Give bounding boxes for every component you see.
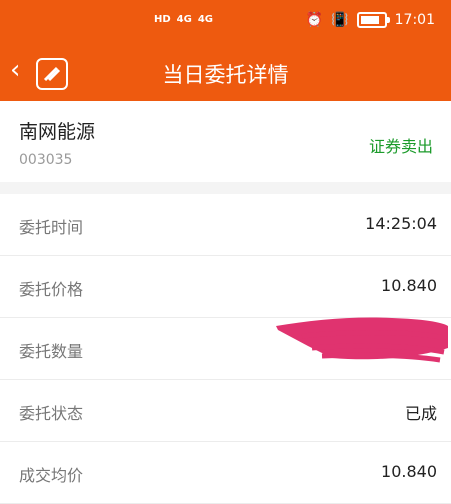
detail-label: 委托状态 bbox=[19, 404, 84, 423]
header: ‹ 当日委托详情 bbox=[0, 40, 451, 101]
detail-label: 委托时间 bbox=[19, 218, 84, 237]
redaction-scribble bbox=[276, 317, 448, 363]
vibrate-icon: 📳 bbox=[331, 12, 349, 28]
detail-value: 14:25:04 bbox=[365, 214, 437, 233]
signal-4g-icon: 4G bbox=[176, 14, 192, 25]
signal-4g-icon: 4G bbox=[197, 14, 214, 25]
detail-row-order-status: 委托状态 已成 bbox=[0, 380, 451, 442]
detail-label: 委托价格 bbox=[19, 280, 84, 299]
detail-value: 10.840 bbox=[381, 462, 437, 481]
status-bar: HD 4G 4G ⏰ 📳 17:01 bbox=[0, 0, 451, 40]
status-right: ⏰ 📳 17:01 bbox=[306, 12, 435, 28]
detail-value: 已成 bbox=[404, 404, 437, 423]
alarm-icon: ⏰ bbox=[305, 12, 324, 28]
page-title: 当日委托详情 bbox=[162, 63, 289, 87]
network-indicators: HD 4G 4G bbox=[154, 14, 213, 25]
detail-label: 委托数量 bbox=[19, 342, 84, 361]
hd-icon: HD bbox=[154, 14, 171, 25]
battery-icon bbox=[356, 12, 390, 28]
section-divider bbox=[0, 182, 451, 194]
trade-direction: 证券卖出 bbox=[368, 137, 433, 156]
stock-info: 南网能源 003035 证券卖出 bbox=[0, 101, 451, 182]
detail-label: 成交均价 bbox=[19, 466, 84, 485]
stock-code: 003035 bbox=[19, 152, 73, 168]
status-time: 17:01 bbox=[394, 12, 435, 28]
stock-name: 南网能源 bbox=[19, 121, 96, 143]
detail-value: 10.840 bbox=[381, 276, 437, 295]
detail-row-avg-price: 成交均价 10.840 bbox=[0, 442, 451, 504]
order-detail-screen: HD 4G 4G ⏰ 📳 17:01 ‹ 当日委托详情 南网能源 003035 … bbox=[0, 0, 451, 504]
detail-row-order-time: 委托时间 14:25:04 bbox=[0, 194, 451, 256]
